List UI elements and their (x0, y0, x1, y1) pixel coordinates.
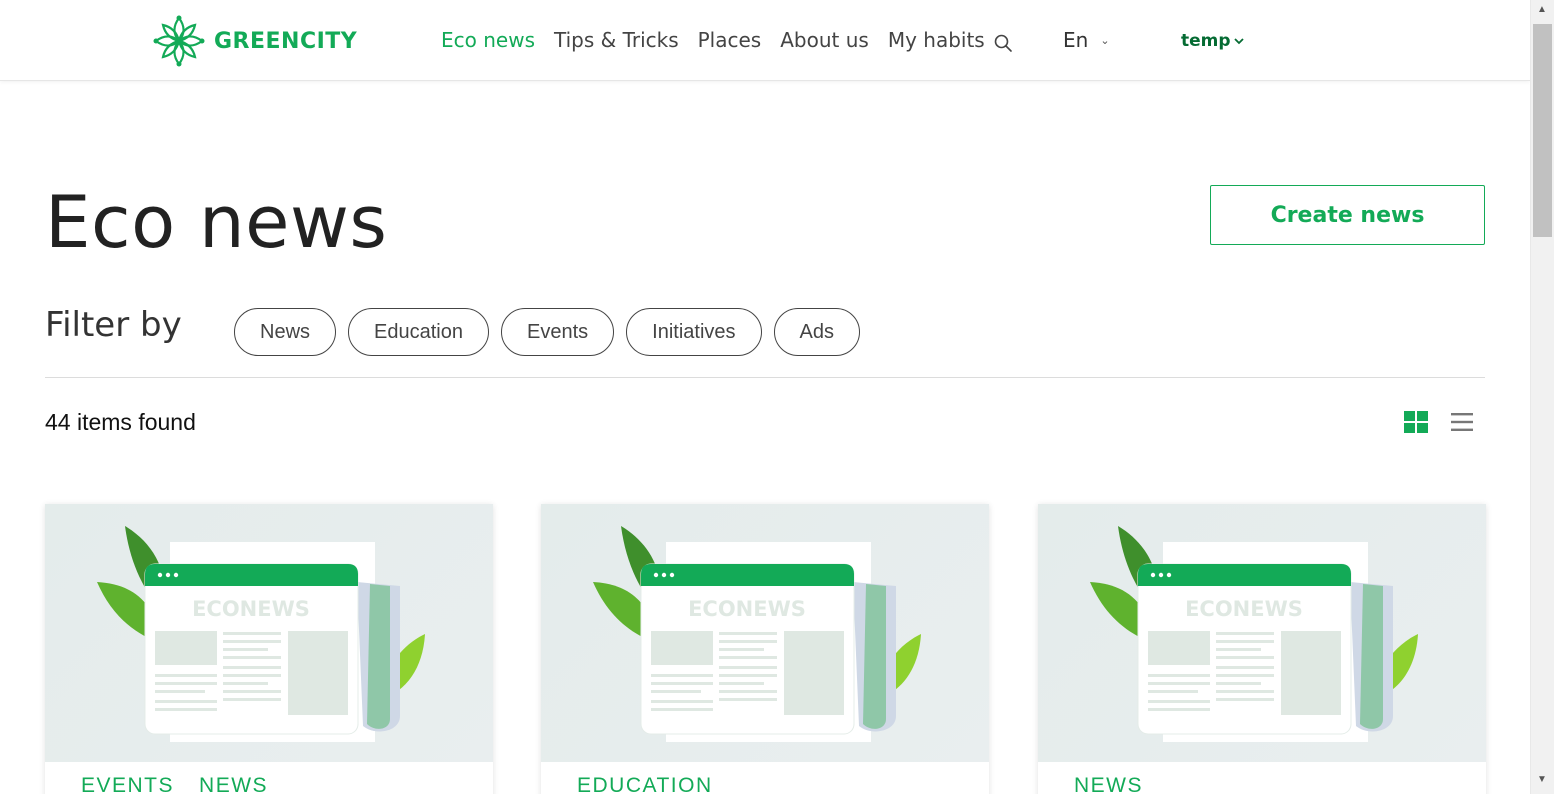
page-scrollbar[interactable]: ▲ ▼ (1530, 0, 1554, 794)
nav-my-habits[interactable]: My habits (888, 28, 985, 52)
news-card[interactable]: ECONEWS EVENTS NEWS (45, 504, 493, 794)
user-name: temp (1181, 31, 1231, 51)
news-card-tags: EDUCATION (577, 774, 738, 794)
card-image-text: ECONEWS (192, 597, 310, 621)
filter-chip-events[interactable]: Events (500, 308, 615, 356)
list-view-icon[interactable] (1451, 412, 1473, 432)
nav-about-us[interactable]: About us (780, 28, 869, 52)
greencity-logo-icon (153, 15, 205, 67)
newspaper-illustration-icon: ECONEWS (97, 526, 425, 742)
news-card-tags: EVENTS NEWS (81, 774, 293, 794)
card-image-text: ECONEWS (1185, 597, 1303, 621)
site-header: GREENCITY Eco news Tips & Tricks Places … (0, 0, 1530, 81)
filter-chips: News Education Events Initiatives Ads (234, 308, 872, 356)
scroll-down-arrow-icon[interactable]: ▼ (1537, 774, 1547, 785)
nav-eco-news[interactable]: Eco news (441, 28, 535, 52)
news-card-tags: NEWS (1074, 774, 1168, 794)
news-card-image: ECONEWS (45, 504, 493, 762)
logo-link[interactable]: GREENCITY (152, 14, 357, 68)
nav-tips-tricks[interactable]: Tips & Tricks (554, 28, 679, 52)
filter-chip-education[interactable]: Education (348, 308, 489, 356)
filter-chip-initiatives[interactable]: Initiatives (626, 308, 762, 356)
card-image-text: ECONEWS (688, 597, 806, 621)
card-tag: EVENTS (81, 774, 175, 794)
filter-chip-news[interactable]: News (234, 308, 337, 356)
card-tag: NEWS (1074, 774, 1143, 794)
search-icon[interactable] (993, 33, 1013, 53)
scrollbar-thumb[interactable] (1533, 24, 1552, 237)
news-card-image: ECONEWS (1038, 504, 1486, 762)
items-found-count: 44 items found (45, 409, 196, 435)
news-card[interactable]: ECONEWS EDUCATION (541, 504, 989, 794)
nav-places[interactable]: Places (698, 28, 762, 52)
language-label: En (1063, 28, 1089, 52)
filter-chip-ads[interactable]: Ads (773, 308, 860, 356)
logo-text: GREENCITY (214, 28, 358, 54)
news-card[interactable]: ECONEWS NEWS (1038, 504, 1486, 794)
newspaper-illustration-icon: ECONEWS (593, 526, 921, 742)
card-tag: NEWS (199, 774, 269, 794)
grid-view-icon[interactable] (1404, 411, 1428, 433)
user-menu[interactable]: temp (1181, 31, 1244, 51)
scroll-up-arrow-icon[interactable]: ▲ (1537, 4, 1547, 15)
chevron-down-icon (1233, 38, 1244, 45)
chevron-down-icon: ⌄ (1100, 33, 1110, 47)
filter-label: Filter by (45, 305, 182, 345)
create-news-button[interactable]: Create news (1210, 185, 1485, 245)
newspaper-illustration-icon: ECONEWS (1090, 526, 1418, 742)
news-card-image: ECONEWS (541, 504, 989, 762)
page-title: Eco news (45, 180, 388, 264)
divider (45, 377, 1485, 378)
language-switcher[interactable]: En ⌄ (1063, 28, 1110, 52)
main-nav: Eco news Tips & Tricks Places About us M… (441, 28, 1004, 52)
card-tag: EDUCATION (577, 774, 713, 794)
